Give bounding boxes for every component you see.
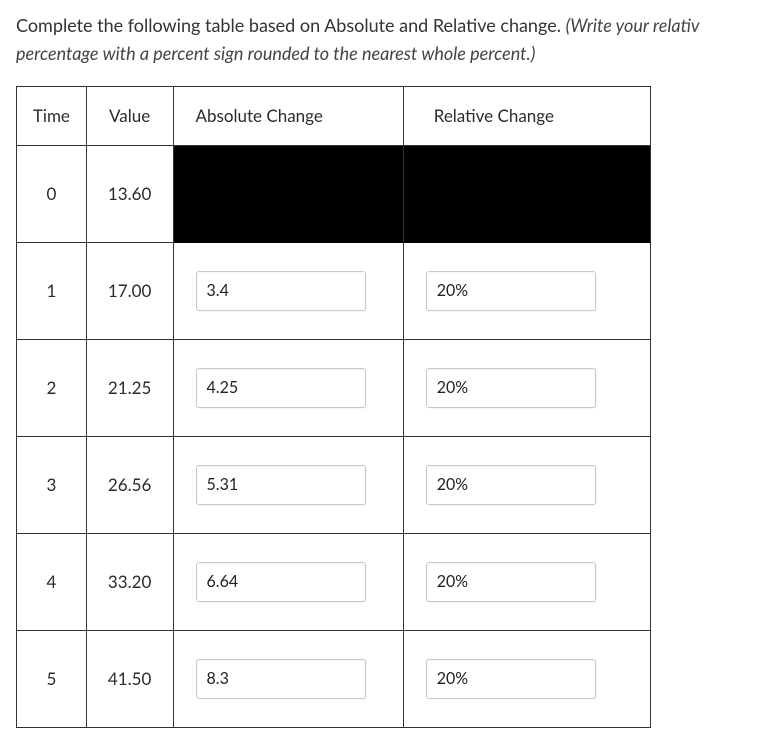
header-time: Time [17, 86, 87, 145]
cell-time: 2 [17, 339, 87, 436]
cell-value: 21.25 [86, 339, 173, 436]
cell-time: 5 [17, 630, 87, 727]
absolute-change-input[interactable] [196, 659, 366, 699]
prompt-main: Complete the following table based on Ab… [16, 14, 566, 36]
cell-value: 41.50 [86, 630, 173, 727]
table-row: 4 33.20 [17, 533, 651, 630]
absolute-change-input[interactable] [196, 465, 366, 505]
header-absolute: Absolute Change [173, 86, 403, 145]
relative-change-input[interactable] [426, 368, 596, 408]
table-row: 5 41.50 [17, 630, 651, 727]
cell-time: 0 [17, 145, 87, 242]
absolute-change-input[interactable] [196, 271, 366, 311]
relative-change-input[interactable] [426, 465, 596, 505]
cell-value: 13.60 [86, 145, 173, 242]
absolute-change-input[interactable] [196, 562, 366, 602]
cell-time: 1 [17, 242, 87, 339]
table-row: 0 13.60 [17, 145, 651, 242]
cell-value: 33.20 [86, 533, 173, 630]
table-row: 2 21.25 [17, 339, 651, 436]
table-row: 1 17.00 [17, 242, 651, 339]
header-value: Value [86, 86, 173, 145]
question-prompt: Complete the following table based on Ab… [16, 12, 752, 68]
relative-change-input[interactable] [426, 562, 596, 602]
cell-time: 4 [17, 533, 87, 630]
cell-absolute-blocked [173, 145, 403, 242]
absolute-change-input[interactable] [196, 368, 366, 408]
table-header-row: Time Value Absolute Change Relative Chan… [17, 86, 651, 145]
cell-value: 26.56 [86, 436, 173, 533]
cell-value: 17.00 [86, 242, 173, 339]
cell-time: 3 [17, 436, 87, 533]
change-table: Time Value Absolute Change Relative Chan… [16, 86, 651, 728]
table-row: 3 26.56 [17, 436, 651, 533]
header-relative: Relative Change [403, 86, 650, 145]
relative-change-input[interactable] [426, 659, 596, 699]
cell-relative-blocked [403, 145, 650, 242]
relative-change-input[interactable] [426, 271, 596, 311]
